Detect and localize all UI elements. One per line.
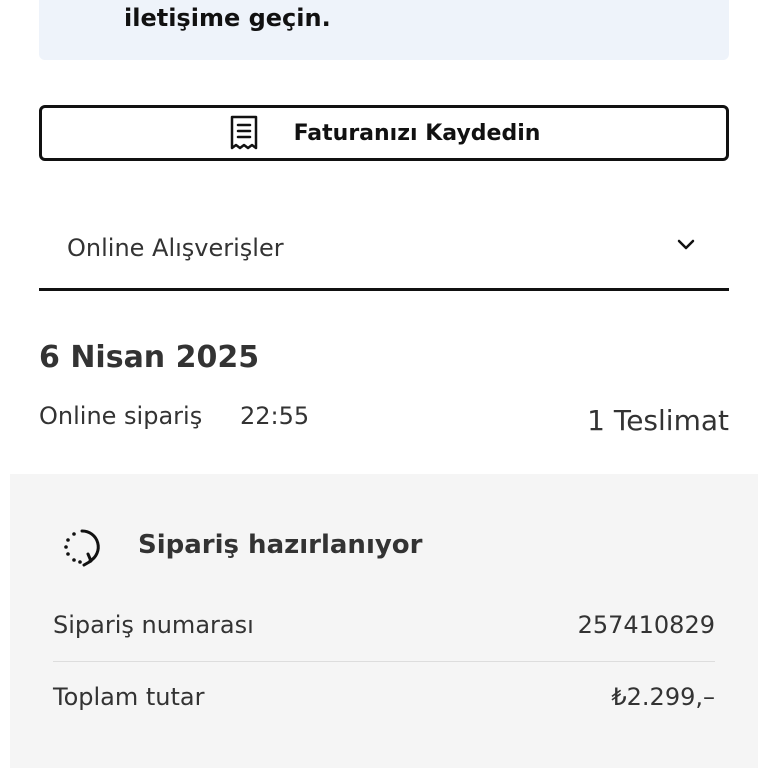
order-details-page: iletişime geçin. Faturanızı Kaydedin Onl… — [0, 0, 768, 768]
order-number-value: 257410829 — [577, 611, 715, 639]
delivery-count: 1 Teslimat — [587, 404, 729, 437]
order-channel: Online sipariş — [39, 402, 203, 430]
loading-icon — [64, 529, 100, 567]
info-notice-text: iletişime geçin. — [124, 4, 331, 32]
order-number-label: Sipariş numarası — [53, 611, 254, 639]
total-amount-label: Toplam tutar — [53, 683, 205, 711]
order-date: 6 Nisan 2025 — [39, 340, 260, 375]
chevron-down-icon[interactable] — [676, 238, 696, 252]
purchase-type-dropdown[interactable]: Online Alışverişler — [39, 205, 729, 291]
order-time: 22:55 — [240, 402, 310, 430]
save-invoice-button[interactable]: Faturanızı Kaydedin — [39, 105, 729, 161]
receipt-icon — [228, 115, 260, 151]
info-notice: iletişime geçin. — [39, 0, 729, 60]
order-status-title: Sipariş hazırlanıyor — [138, 530, 423, 560]
dropdown-selected-value: Online Alışverişler — [67, 234, 284, 262]
row-divider — [53, 661, 715, 662]
total-amount-value: ₺2.299,– — [611, 683, 715, 711]
save-invoice-label: Faturanızı Kaydedin — [293, 120, 541, 146]
